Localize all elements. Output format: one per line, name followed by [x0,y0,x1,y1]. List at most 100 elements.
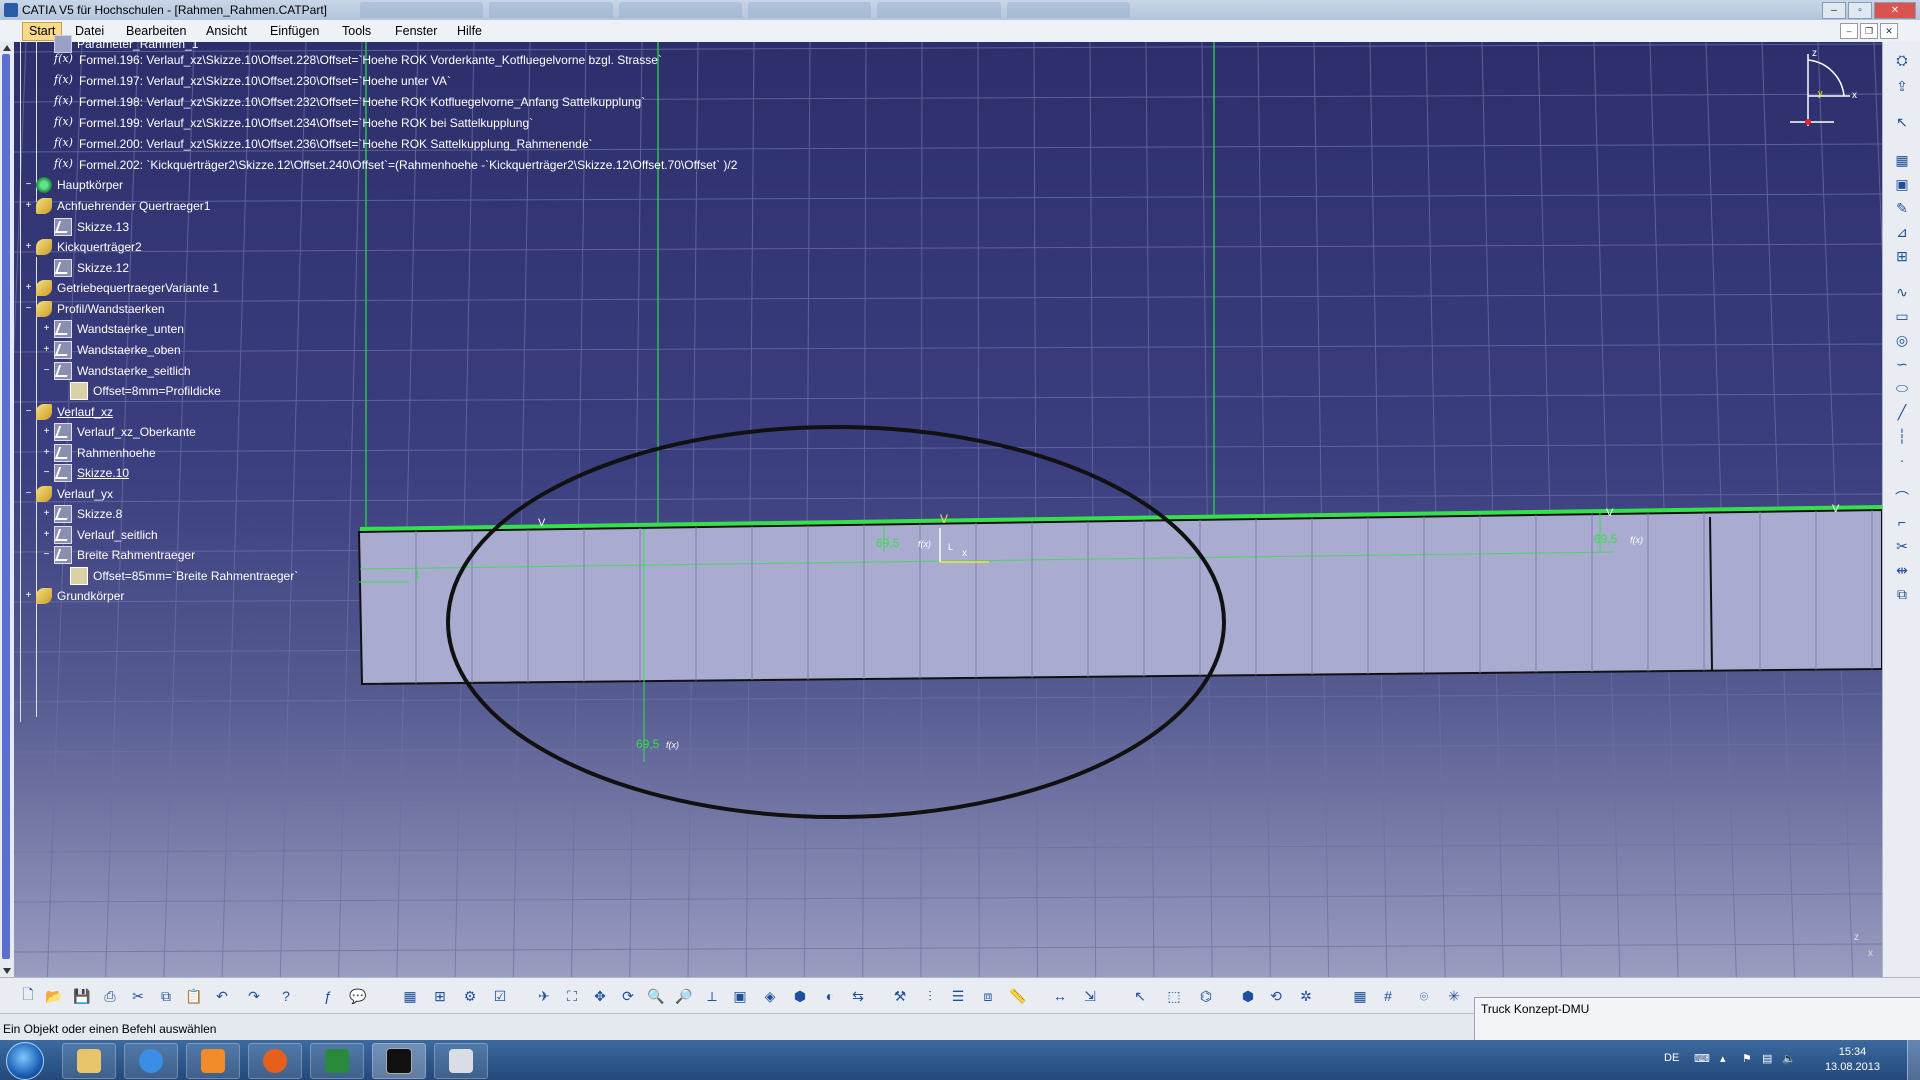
tree-node[interactable]: Breite Rahmentraeger [54,546,195,564]
copy-icon[interactable]: ⧉ [156,986,176,1006]
circle-icon[interactable]: ◎ [1892,330,1912,350]
cut-by-plane-icon[interactable]: ⫶ [920,986,940,1006]
menu-fenster[interactable]: Fenster [395,24,437,38]
table-icon[interactable]: ▦ [400,986,420,1006]
tree-expander-icon[interactable]: + [42,530,51,540]
tree-node[interactable]: Verlauf_xz_Oberkante [54,423,196,441]
cut-icon[interactable]: ✂ [128,986,148,1006]
close-button[interactable]: ✕ [1874,2,1916,19]
tree-node[interactable]: Verlauf_xz [36,403,113,421]
doc-minimize-button[interactable]: – [1840,23,1858,39]
trim-icon[interactable]: ✂ [1892,536,1912,556]
tree-node[interactable]: Offset=85mm=`Breite Rahmentraeger` [70,567,298,585]
tree-expander-icon[interactable]: + [42,427,51,437]
tree-expander-icon[interactable]: + [42,345,51,355]
tree-node[interactable]: Rahmenhoehe [54,444,156,462]
open-icon[interactable]: 📂 [44,986,64,1006]
check-icon[interactable]: ☑ [490,986,510,1006]
taskbar-ie[interactable] [124,1043,178,1079]
scrollbar-thumb[interactable] [2,54,10,959]
language-indicator[interactable]: DE [1664,1052,1679,1064]
tree-node[interactable]: Hauptkörper [36,176,123,194]
menu-ansicht[interactable]: Ansicht [206,24,247,38]
grid-icon[interactable]: ▦ [1892,150,1912,170]
tree-node[interactable]: Offset=8mm=Profildicke [70,382,221,400]
measure-icon[interactable]: 📏 [1008,986,1028,1006]
normal-view-icon[interactable]: ⟂ [702,986,722,1006]
show-desktop-button[interactable] [1907,1040,1920,1080]
tree-node[interactable]: f(x) Formel.196: Verlauf_xz\Skizze.10\Off… [54,51,662,69]
fly-icon[interactable]: ✈ [534,986,554,1006]
dimension-label[interactable]: 69,5 [876,536,900,550]
tree-node[interactable]: Skizze.8 [54,505,122,523]
menu-tools[interactable]: Tools [342,24,371,38]
network-icon[interactable]: ▤ [1762,1052,1772,1065]
tree-node[interactable]: Skizze.10 [54,464,129,482]
tree-expander-icon[interactable]: + [24,283,33,293]
sketch-solving-icon[interactable]: ⧈ [978,986,998,1006]
tree-expander-icon[interactable]: − [42,366,51,376]
construction-icon[interactable]: ⌾ [1414,986,1434,1006]
zoom-out-icon[interactable]: 🔎 [674,986,694,1006]
repeat-icon[interactable]: ✲ [1296,986,1316,1006]
measure-item-icon[interactable]: ⇲ [1080,986,1100,1006]
tree-node[interactable]: Profil/Wandstaerken [36,300,165,318]
tree-node[interactable]: Wandstaerke_oben [54,341,181,359]
scroll-down-arrow-icon[interactable] [3,968,11,974]
tree-node[interactable]: Achfuehrender Quertraeger1 [36,197,210,215]
tree-expander-icon[interactable]: − [24,180,33,190]
tree-expander-icon[interactable]: + [24,242,33,252]
doc-restore-button[interactable]: ❐ [1860,23,1878,39]
undo-icon[interactable]: ↶ [212,986,232,1006]
tree-node[interactable]: Wandstaerke_unten [54,320,184,338]
tree-expander-icon[interactable]: − [24,407,33,417]
multi-view-icon[interactable]: ▣ [730,986,750,1006]
tree-node[interactable]: f(x) Formel.197: Verlauf_xz\Skizze.10\Off… [54,72,451,90]
tree-expander-icon[interactable]: − [24,489,33,499]
doc-close-button[interactable]: ✕ [1880,23,1898,39]
pencil-icon[interactable]: ✎ [1892,198,1912,218]
measure-between-icon[interactable]: ↔ [1050,986,1070,1006]
tree-node[interactable]: Verlauf_seitlich [54,526,158,544]
tree-node[interactable]: Skizze.12 [54,259,129,277]
project-icon[interactable]: ⧉ [1892,584,1912,604]
transform-icon[interactable]: ⟲ [1266,986,1286,1006]
rotate-icon[interactable]: ⟳ [618,986,638,1006]
corner-icon[interactable]: ⌒ [1892,488,1912,508]
tree-expander-icon[interactable]: − [42,468,51,478]
flag-icon[interactable]: ⚑ [1742,1052,1752,1065]
keyboard-icon[interactable]: ⌨ [1694,1052,1710,1065]
constraint-icon[interactable]: ⊞ [1892,246,1912,266]
tree-node[interactable]: Kickquerträger2 [36,238,142,256]
tray-arrow-icon[interactable]: ▴ [1720,1052,1726,1065]
select-arrow-icon[interactable]: ↖ [1892,112,1912,132]
dimension-icon[interactable]: ⊿ [1892,222,1912,242]
tree-expander-icon[interactable]: + [42,324,51,334]
snap-grid-icon[interactable]: ▦ [1350,986,1370,1006]
tree-node[interactable]: f(x) Formel.198: Verlauf_xz\Skizze.10\Off… [54,93,645,111]
formula-icon[interactable]: ƒ [318,986,338,1006]
comment-icon[interactable]: 💬 [348,986,368,1006]
print-icon[interactable]: ⎙ [100,986,120,1006]
grid-toggle-icon[interactable]: # [1378,986,1398,1006]
spline-icon[interactable]: ∽ [1892,354,1912,374]
tree-node[interactable]: f(x) Formel.202: `Kickquerträger2\Skizze.… [54,156,737,174]
point-icon[interactable]: · [1892,450,1912,470]
menu-hilfe[interactable]: Hilfe [457,24,482,38]
redo-icon[interactable]: ↷ [244,986,264,1006]
tree-scrollbar[interactable] [0,42,15,977]
tree-node[interactable]: Verlauf_yx [36,485,113,503]
graph-icon[interactable]: ⊞ [430,986,450,1006]
profile-icon[interactable]: ∿ [1892,282,1912,302]
fit-all-icon[interactable]: ⛶ [562,986,582,1006]
leave-sketch-icon[interactable]: ⇪ [1892,76,1912,96]
tree-node[interactable]: f(x) Formel.200: Verlauf_xz\Skizze.10\Off… [54,135,593,153]
tree-node[interactable]: f(x) Formel.199: Verlauf_xz\Skizze.10\Off… [54,114,533,132]
minimize-button[interactable]: – [1822,2,1846,19]
tree-expander-icon[interactable]: − [42,550,51,560]
taskbar-firefox[interactable] [248,1043,302,1079]
pan-icon[interactable]: ✥ [590,986,610,1006]
geometric-constraint-icon[interactable]: ✳ [1444,986,1464,1006]
list-icon[interactable]: ☰ [948,986,968,1006]
mirror-icon[interactable]: ⇹ [1892,560,1912,580]
